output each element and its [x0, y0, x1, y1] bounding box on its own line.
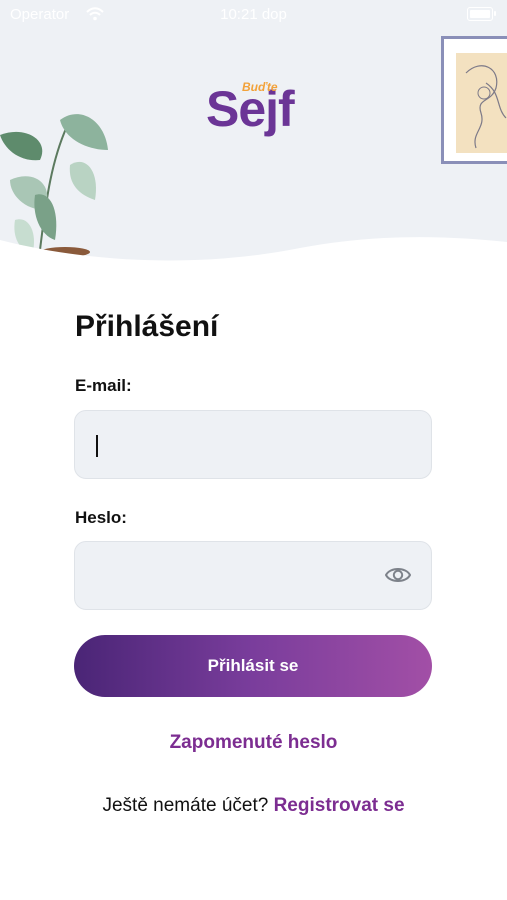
header-illustration: Sejf Buďte Operator 10:21 dop: [0, 0, 507, 275]
email-field[interactable]: [74, 410, 432, 479]
header-wave: [0, 237, 507, 275]
wall-art-image: [456, 53, 507, 153]
text-caret: [96, 435, 98, 457]
forgot-password-link[interactable]: Zapomenuté heslo: [0, 732, 507, 754]
eye-icon[interactable]: [385, 564, 411, 586]
logo-tagline: Buďte: [242, 80, 278, 94]
page-title: Přihlášení: [75, 310, 219, 343]
battery-icon: [467, 7, 496, 21]
login-button[interactable]: Přihlásit se: [74, 635, 432, 697]
app-logo: Sejf Buďte: [200, 80, 330, 150]
email-label: E-mail:: [75, 376, 132, 395]
no-account-text: Ještě nemáte účet?: [102, 795, 269, 816]
status-bar: Operator 10:21 dop: [0, 6, 507, 26]
register-prompt: Ještě nemáte účet? Registrovat se: [0, 795, 507, 817]
password-label: Heslo:: [75, 508, 127, 527]
status-time: 10:21 dop: [220, 6, 287, 23]
password-field[interactable]: [74, 541, 432, 610]
wall-art-frame: [441, 36, 507, 164]
register-link[interactable]: Registrovat se: [274, 795, 405, 816]
